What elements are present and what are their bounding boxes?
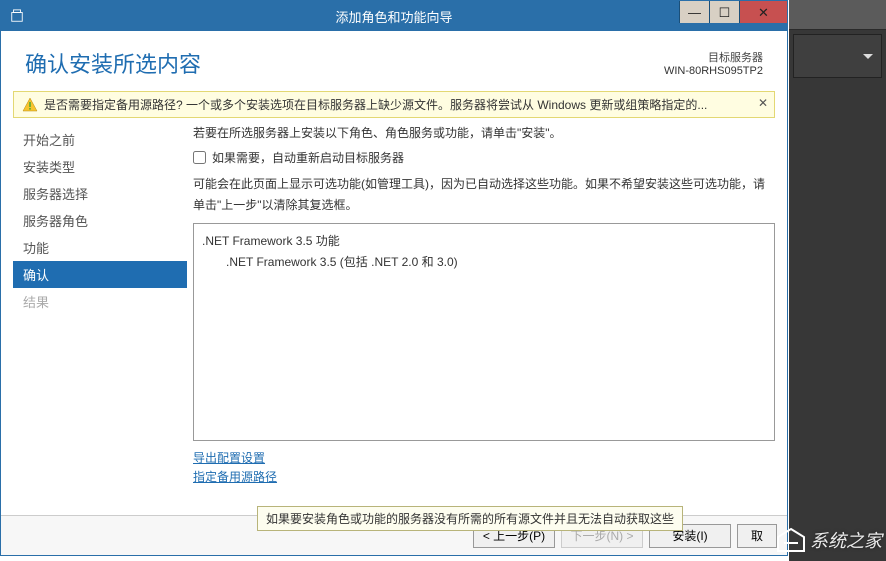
- main-content: 若要在所选服务器上安装以下角色、角色服务或功能，请单击"安装"。 如果需要，自动…: [187, 124, 775, 494]
- chevron-down-icon: [863, 54, 873, 59]
- sidebar-item-server-roles[interactable]: 服务器角色: [13, 207, 187, 234]
- target-name: WIN-80RHS095TP2: [664, 65, 763, 77]
- header: 确认安装所选内容 目标服务器 WIN-80RHS095TP2: [1, 31, 787, 91]
- sidebar-item-install-type[interactable]: 安装类型: [13, 153, 187, 180]
- wizard-window: 添加角色和功能向导 — ☐ ✕ 确认安装所选内容 目标服务器 WIN-80RHS…: [0, 0, 788, 556]
- minimize-button[interactable]: —: [679, 1, 709, 23]
- window-title: 添加角色和功能向导: [335, 7, 452, 26]
- page-title: 确认安装所选内容: [25, 47, 763, 79]
- sidebar-item-confirm[interactable]: 确认: [13, 261, 187, 288]
- sidebar-item-server-selection[interactable]: 服务器选择: [13, 180, 187, 207]
- warning-icon: [22, 97, 38, 113]
- right-panel: [789, 0, 886, 561]
- list-item: .NET Framework 3.5 (包括 .NET 2.0 和 3.0): [202, 253, 766, 270]
- watermark: 系统之家: [776, 527, 882, 553]
- auto-restart-row[interactable]: 如果需要，自动重新启动目标服务器: [193, 149, 775, 166]
- sidebar: 开始之前 安装类型 服务器选择 服务器角色 功能 确认 结果: [13, 124, 187, 494]
- watermark-text: 系统之家: [810, 527, 882, 553]
- list-item: .NET Framework 3.5 功能: [202, 232, 766, 249]
- app-icon: [7, 6, 27, 26]
- warning-text: 是否需要指定备用源路径? 一个或多个安装选项在目标服务器上缺少源文件。服务器将尝…: [44, 96, 707, 113]
- sidebar-item-features[interactable]: 功能: [13, 234, 187, 261]
- watermark-logo-icon: [776, 527, 806, 553]
- description-text: 可能会在此页面上显示可选功能(如管理工具)，因为已自动选择这些功能。如果不希望安…: [193, 174, 775, 215]
- target-label: 目标服务器: [664, 49, 763, 65]
- export-config-link[interactable]: 导出配置设置: [193, 449, 775, 466]
- right-panel-dropdown[interactable]: [793, 34, 882, 78]
- maximize-button[interactable]: ☐: [709, 1, 739, 23]
- cancel-button[interactable]: 取: [737, 524, 777, 548]
- body: 开始之前 安装类型 服务器选择 服务器角色 功能 确认 结果 若要在所选服务器上…: [1, 124, 787, 494]
- features-listbox[interactable]: .NET Framework 3.5 功能 .NET Framework 3.5…: [193, 223, 775, 441]
- auto-restart-checkbox[interactable]: [193, 151, 206, 164]
- links: 导出配置设置 指定备用源路径: [193, 449, 775, 485]
- tooltip: 如果要安装角色或功能的服务器没有所需的所有源文件并且无法自动获取这些: [257, 506, 683, 531]
- warning-banner: 是否需要指定备用源路径? 一个或多个安装选项在目标服务器上缺少源文件。服务器将尝…: [13, 91, 775, 118]
- close-button[interactable]: ✕: [739, 1, 787, 23]
- sidebar-item-results: 结果: [13, 288, 187, 315]
- target-server-info: 目标服务器 WIN-80RHS095TP2: [664, 49, 763, 77]
- right-panel-top: [789, 0, 886, 30]
- warning-close-icon[interactable]: ✕: [758, 96, 768, 110]
- auto-restart-label: 如果需要，自动重新启动目标服务器: [212, 149, 404, 166]
- titlebar[interactable]: 添加角色和功能向导 — ☐ ✕: [1, 1, 787, 31]
- alt-source-path-link[interactable]: 指定备用源路径: [193, 468, 775, 485]
- instruction-text: 若要在所选服务器上安装以下角色、角色服务或功能，请单击"安装"。: [193, 124, 775, 143]
- window-controls: — ☐ ✕: [679, 1, 787, 23]
- sidebar-item-before-begin[interactable]: 开始之前: [13, 126, 187, 153]
